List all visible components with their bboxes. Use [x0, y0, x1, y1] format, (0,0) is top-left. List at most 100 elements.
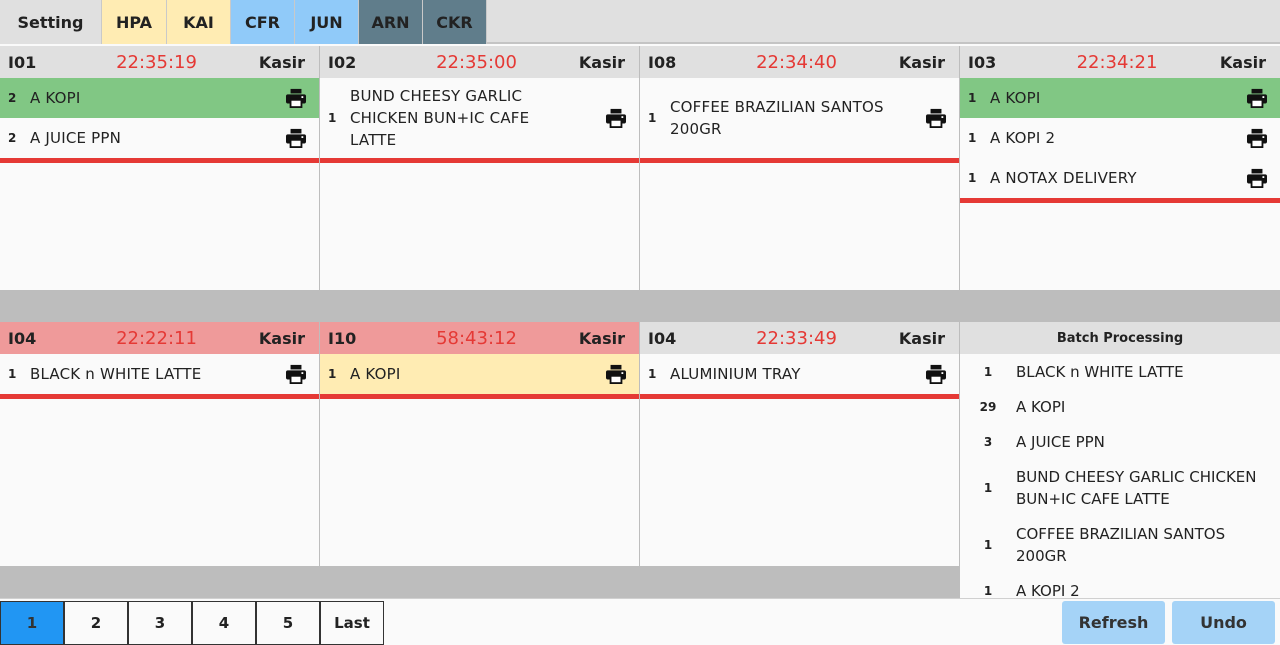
item-quantity: 1 [648, 367, 657, 381]
ticket-end-line [0, 158, 319, 163]
ticket-cashier: Kasir [1219, 52, 1266, 72]
print-button[interactable] [1242, 168, 1272, 188]
ticket-header[interactable]: I04 22:33:49 Kasir [640, 322, 959, 354]
ticket-item-list: 1 A KOPI 1 A KOPI 2 1 A NOTAX DELIVERY [960, 78, 1280, 203]
tab-kai[interactable]: KAI [167, 0, 231, 44]
order-ticket: I01 22:35:19 Kasir 2 A KOPI 2 A JUICE PPN [0, 46, 320, 322]
ticket-header[interactable]: I02 22:35:00 Kasir [320, 46, 639, 78]
item-quantity: 1 [8, 367, 17, 381]
item-name: A KOPI 2 [990, 129, 1056, 147]
ticket-item[interactable]: 1 COFFEE BRAZILIAN SANTOS 200GR [640, 78, 959, 158]
item-name: A KOPI [30, 89, 81, 107]
print-button[interactable] [601, 364, 631, 384]
item-name: A JUICE PPN [30, 129, 122, 147]
ticket-header[interactable]: I03 22:34:21 Kasir [960, 46, 1280, 78]
order-ticket: I04 22:33:49 Kasir 1 ALUMINIUM TRAY [640, 322, 960, 598]
printer-icon [606, 108, 626, 128]
ticket-item-list: 1 BLACK n WHITE LATTE [0, 354, 319, 399]
item-name: A KOPI [990, 89, 1041, 107]
batch-item: 29 A KOPI [960, 389, 1280, 424]
refresh-label: Refresh [1078, 613, 1149, 632]
print-button[interactable] [281, 128, 311, 148]
ticket-elapsed-time: 22:22:11 [116, 327, 197, 349]
ticket-elapsed-time: 22:35:00 [436, 51, 517, 73]
ticket-id: I10 [328, 328, 357, 348]
item-quantity: 1 [648, 111, 657, 125]
ticket-end-line [320, 394, 639, 399]
print-button[interactable] [921, 364, 951, 384]
tab-ckr[interactable]: CKR [423, 0, 487, 44]
tab-label: CFR [245, 12, 280, 32]
ticket-footer [320, 566, 639, 598]
tab-label: Setting [17, 12, 84, 32]
item-quantity: 1 [968, 131, 977, 145]
tab-label: JUN [310, 12, 343, 32]
batch-item-quantity: 3 [983, 434, 993, 449]
tab-label: HPA [115, 12, 153, 32]
batch-item-quantity: 29 [979, 399, 997, 414]
print-button[interactable] [281, 88, 311, 108]
tab-setting[interactable]: Setting [0, 0, 102, 44]
ticket-item[interactable]: 2 A KOPI [0, 78, 319, 118]
undo-button[interactable]: Undo [1172, 601, 1275, 644]
print-button[interactable] [281, 364, 311, 384]
ticket-item[interactable]: 2 A JUICE PPN [0, 118, 319, 158]
ticket-id: I02 [328, 52, 357, 72]
ticket-item[interactable]: 1 ALUMINIUM TRAY [640, 354, 959, 394]
page-button-2[interactable]: 2 [64, 601, 128, 645]
ticket-header[interactable]: I01 22:35:19 Kasir [0, 46, 319, 78]
item-name: BLACK n WHITE LATTE [30, 365, 202, 383]
item-quantity: 2 [8, 131, 17, 145]
page-button-3[interactable]: 3 [128, 601, 192, 645]
tab-cfr[interactable]: CFR [231, 0, 295, 44]
tab-label: ARN [371, 12, 410, 32]
ticket-item[interactable]: 1 A NOTAX DELIVERY [960, 158, 1280, 198]
batch-item: 3 A JUICE PPN [960, 424, 1280, 459]
ticket-footer [640, 290, 959, 322]
page-label: 2 [90, 614, 102, 632]
page-button-4[interactable]: 4 [192, 601, 256, 645]
printer-icon [286, 88, 306, 108]
ticket-item[interactable]: 1 BLACK n WHITE LATTE [0, 354, 319, 394]
ticket-item-list: 2 A KOPI 2 A JUICE PPN [0, 78, 319, 163]
item-name: BUND CHEESY GARLIC CHICKEN BUN+IC CAFE L… [350, 87, 530, 149]
undo-label: Undo [1200, 613, 1247, 632]
tab-label: KAI [183, 12, 214, 32]
batch-item: 1 BUND CHEESY GARLIC CHICKEN BUN+IC CAFE … [960, 459, 1280, 516]
tab-jun[interactable]: JUN [295, 0, 359, 44]
ticket-header[interactable]: I04 22:22:11 Kasir [0, 322, 319, 354]
ticket-footer [640, 566, 959, 598]
ticket-item[interactable]: 1 A KOPI 2 [960, 118, 1280, 158]
ticket-id: I03 [968, 52, 997, 72]
print-button[interactable] [1242, 88, 1272, 108]
ticket-item[interactable]: 1 BUND CHEESY GARLIC CHICKEN BUN+IC CAFE … [320, 78, 639, 158]
batch-item-name: BUND CHEESY GARLIC CHICKEN BUN+IC CAFE L… [1016, 467, 1257, 508]
ticket-item[interactable]: 1 A KOPI [320, 354, 639, 394]
print-button[interactable] [1242, 128, 1272, 148]
page-button-1[interactable]: 1 [0, 601, 64, 645]
tab-hpa[interactable]: HPA [102, 0, 167, 44]
page-button-5[interactable]: 5 [256, 601, 320, 645]
ticket-elapsed-time: 22:33:49 [756, 327, 837, 349]
ticket-cashier: Kasir [898, 328, 945, 348]
ticket-item-list: 1 COFFEE BRAZILIAN SANTOS 200GR [640, 78, 959, 163]
ticket-item[interactable]: 1 A KOPI [960, 78, 1280, 118]
last-page-button[interactable]: Last [320, 601, 384, 645]
batch-item-list: 1 BLACK n WHITE LATTE 29 A KOPI 3 A JUICE PPN… [960, 354, 1280, 599]
refresh-button[interactable]: Refresh [1062, 601, 1165, 644]
batch-processing-title: Batch Processing [960, 322, 1280, 354]
print-button[interactable] [921, 108, 951, 128]
batch-item-name: A KOPI [1016, 397, 1066, 416]
ticket-header[interactable]: I08 22:34:40 Kasir [640, 46, 959, 78]
ticket-end-line [960, 198, 1280, 203]
printer-icon [926, 108, 946, 128]
ticket-footer [960, 290, 1280, 322]
print-button[interactable] [601, 108, 631, 128]
ticket-item-list: 1 A KOPI [320, 354, 639, 399]
order-ticket: I08 22:34:40 Kasir 1 COFFEE BRAZILIAN SANTOS… [640, 46, 960, 322]
tab-arn[interactable]: ARN [359, 0, 423, 44]
ticket-end-line [320, 158, 639, 163]
ticket-header[interactable]: I10 58:43:12 Kasir [320, 322, 639, 354]
printer-icon [606, 364, 626, 384]
item-quantity: 1 [328, 367, 337, 381]
